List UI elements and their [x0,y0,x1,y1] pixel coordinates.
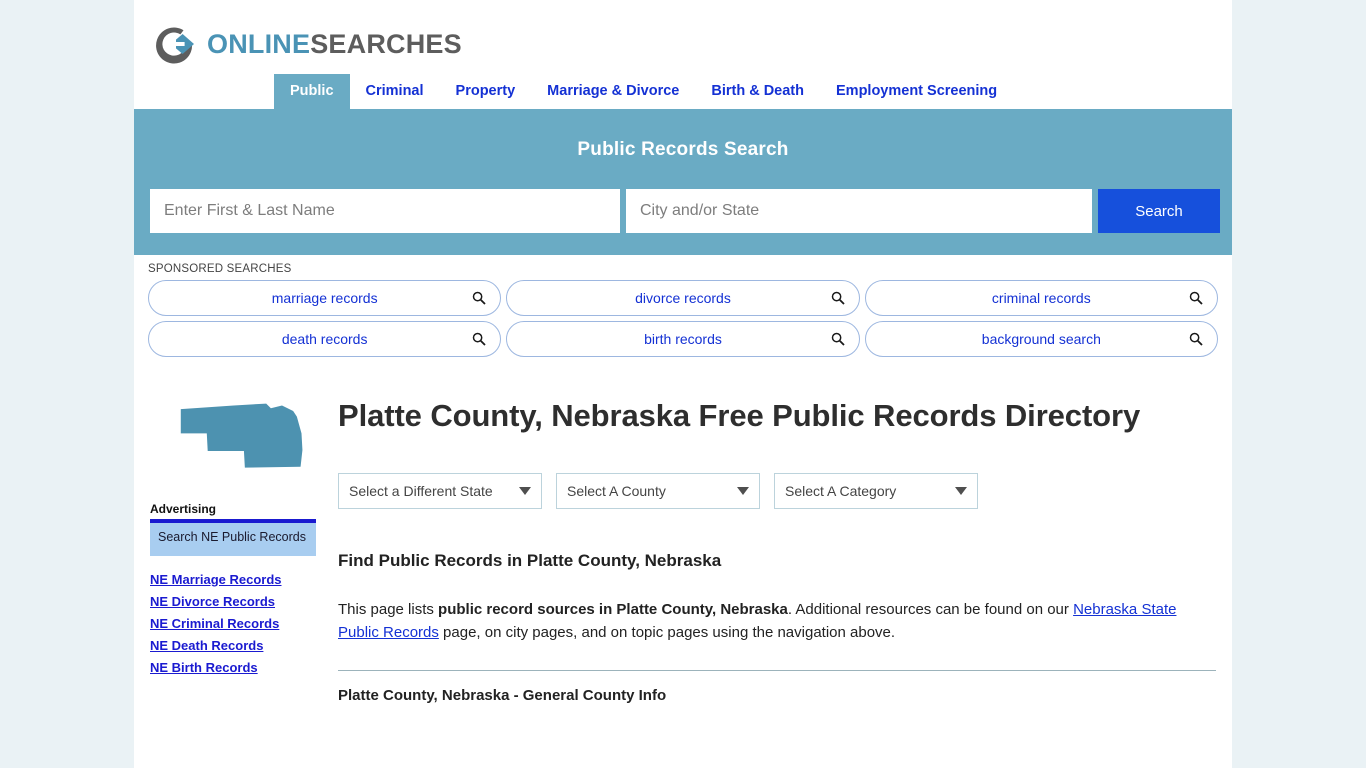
state-select-value: Select a Different State [349,483,493,500]
sponsored-row-2: death records birth records background s… [148,321,1218,357]
sidebar-link-ne-marriage-records[interactable]: NE Marriage Records [150,572,316,587]
primary-nav: Public Criminal Property Marriage & Divo… [134,72,1232,113]
nav-tab-criminal[interactable]: Criminal [350,74,440,110]
nav-tab-marriage-divorce[interactable]: Marriage & Divorce [531,74,695,110]
general-county-info-heading: Platte County, Nebraska - General County… [338,686,667,704]
public-records-search-band: Public Records Search Search [134,113,1232,255]
category-select[interactable]: Select A Category [774,473,978,510]
magnifier-icon [472,291,486,305]
nav-tab-property[interactable]: Property [440,74,532,110]
main-area: Advertising Search NE Public Records NE … [134,368,1232,704]
sponsored-pill-label: marriage records [271,290,378,306]
county-select[interactable]: Select A County [556,473,760,510]
content-column: Platte County, Nebraska Free Public Reco… [316,380,1216,704]
search-form: Search [150,189,1220,233]
nav-tab-birth-death[interactable]: Birth & Death [695,74,820,110]
magnifier-icon [831,332,845,346]
intro-text-part1: This page lists [338,601,439,619]
sponsored-pill-background-search[interactable]: background search [864,321,1218,357]
sponsored-pill-criminal-records[interactable]: criminal records [864,280,1218,316]
advertising-label: Advertising [150,502,217,516]
intro-bold-phrase: public record sources in Platte County, … [438,601,788,619]
search-submit-button[interactable]: Search [1098,189,1220,233]
section-divider [338,669,1216,671]
logo-wordmark: ONLINESEARCHES [207,28,462,59]
sidebar-link-ne-criminal-records[interactable]: NE Criminal Records [150,616,316,631]
nav-tab-employment-screening[interactable]: Employment Screening [820,74,1013,110]
sidebar-links: NE Marriage Records NE Divorce Records N… [150,572,316,675]
sidebar-ad-search-ne-public-records[interactable]: Search NE Public Records [150,523,316,556]
sponsored-row-1: marriage records divorce records crimina… [148,280,1218,316]
intro-text-part3: page, on city pages, and on topic pages … [438,623,896,641]
sponsored-pill-label: divorce records [635,290,731,306]
sidebar-link-ne-birth-records[interactable]: NE Birth Records [150,660,316,675]
sponsored-pill-death-records[interactable]: death records [148,321,502,357]
intro-paragraph: This page lists public record sources in… [338,599,1216,645]
sponsored-pill-divorce-records[interactable]: divorce records [506,280,860,316]
page-root: ONLINESEARCHES Public Criminal Property … [0,0,1366,768]
nebraska-state-map [150,398,316,482]
left-column: Advertising Search NE Public Records NE … [150,380,316,704]
county-select-value: Select A County [567,483,666,500]
logo-word-online: ONLINE [207,28,311,59]
category-select-value: Select A Category [785,483,897,500]
logo-word-searches: SEARCHES [310,28,462,59]
search-heading: Public Records Search [577,139,789,160]
sponsored-pill-label: death records [281,331,368,347]
site-container: ONLINESEARCHES Public Criminal Property … [134,0,1232,768]
name-search-input[interactable] [150,189,620,233]
magnifier-icon [1189,291,1203,305]
sidebar: Advertising Search NE Public Records NE … [150,482,316,675]
sponsored-pill-birth-records[interactable]: birth records [506,321,860,357]
magnifier-icon [472,332,486,346]
sidebar-link-ne-divorce-records[interactable]: NE Divorce Records [150,594,316,609]
magnifier-icon [1189,332,1203,346]
sponsored-searches-label: SPONSORED SEARCHES [148,263,292,275]
sponsored-searches: SPONSORED SEARCHES marriage records divo… [134,255,1232,368]
intro-text-part2: . Additional resources can be found on o… [787,601,1074,619]
location-search-input[interactable] [626,189,1092,233]
site-logo[interactable]: ONLINESEARCHES [134,0,1232,72]
arrow-circle-icon [150,20,198,68]
page-title: Platte County, Nebraska Free Public Reco… [338,398,1141,433]
state-select[interactable]: Select a Different State [338,473,542,510]
sponsored-pill-label: criminal records [991,290,1091,306]
sidebar-link-ne-death-records[interactable]: NE Death Records [150,638,316,653]
section-heading: Find Public Records in Platte County, Ne… [338,551,722,571]
magnifier-icon [831,291,845,305]
filter-selects: Select a Different State Select A County… [338,473,1216,510]
chevron-down-icon [519,487,531,496]
sponsored-pill-marriage-records[interactable]: marriage records [148,280,502,316]
nav-tab-public[interactable]: Public [274,73,350,109]
chevron-down-icon [737,487,749,496]
chevron-down-icon [955,487,967,496]
sponsored-pill-label: birth records [644,331,722,347]
sponsored-pill-label: background search [981,331,1101,347]
